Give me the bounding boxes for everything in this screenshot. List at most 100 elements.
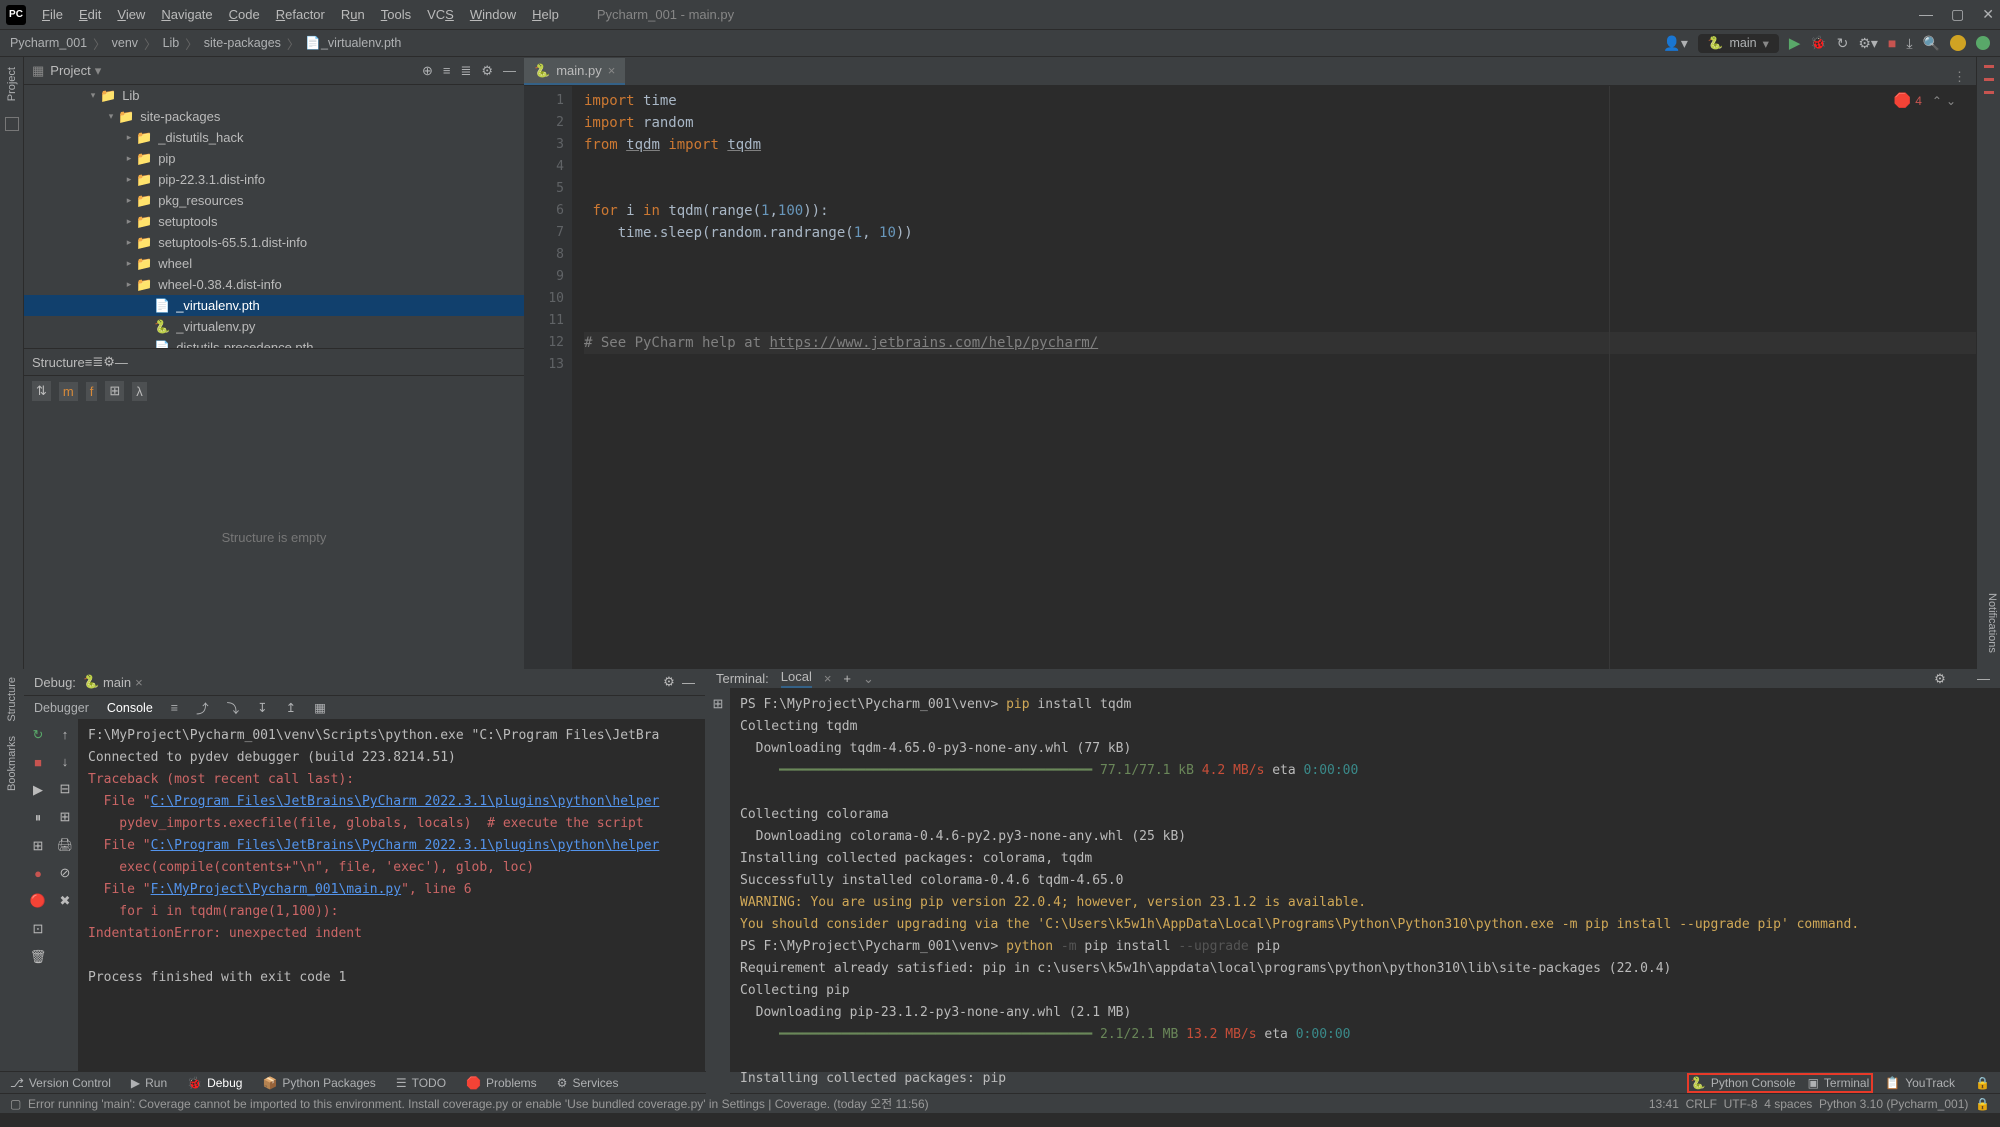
notification-icon[interactable] xyxy=(1950,35,1966,51)
run-icon[interactable]: ▶ xyxy=(1789,34,1801,52)
tree-item[interactable]: ▾📁Lib xyxy=(24,85,524,106)
tree-item[interactable]: 📄distutils-precedence.pth xyxy=(24,337,524,348)
new-term-icon[interactable]: + xyxy=(843,671,851,686)
resume-icon[interactable]: ▶ xyxy=(33,782,43,798)
hide-icon[interactable]: — xyxy=(503,63,516,78)
trash-icon[interactable]: 🗑 xyxy=(30,949,47,965)
git-update-icon[interactable]: ⤓ xyxy=(1906,35,1912,52)
term-maximize-icon[interactable]: ⊞ xyxy=(713,696,724,712)
profile-icon[interactable]: ⚙▾ xyxy=(1858,35,1878,52)
coverage-icon[interactable]: ↻ xyxy=(1837,35,1849,52)
wrap-icon[interactable]: ⊟ xyxy=(60,781,71,797)
menu-refactor[interactable]: Refactor xyxy=(268,3,333,26)
rail-bookmarks-icon[interactable] xyxy=(5,117,19,131)
menu-tools[interactable]: Tools xyxy=(373,3,419,26)
tree-item[interactable]: 📄_virtualenv.pth xyxy=(24,295,524,316)
menu-help[interactable]: Help xyxy=(524,3,567,26)
lock-icon[interactable]: 🔒 xyxy=(1975,1076,1990,1090)
status-interpreter[interactable]: Python 3.10 (Pycharm_001) xyxy=(1819,1097,1968,1111)
status-encoding[interactable]: UTF-8 xyxy=(1724,1097,1758,1111)
tab-services[interactable]: ⚙ Services xyxy=(557,1076,619,1090)
tree-item[interactable]: ▾📁site-packages xyxy=(24,106,524,127)
db-tool-icon[interactable]: ↥ xyxy=(286,700,296,715)
db-tool-icon[interactable]: ↧ xyxy=(257,700,267,715)
pause-icon[interactable]: ⏸ xyxy=(35,810,42,826)
tree-item[interactable]: 🐍_virtualenv.py xyxy=(24,316,524,337)
term-dropdown-icon[interactable]: ⌄ xyxy=(863,671,874,687)
scroll-icon[interactable]: ⊞ xyxy=(60,809,71,825)
expand-all-icon[interactable]: ≡ xyxy=(443,63,451,78)
tab-python-console[interactable]: 🐍 Python Console xyxy=(1691,1076,1796,1090)
tab-version-control[interactable]: ⎇ Version Control xyxy=(10,1076,111,1090)
rail-bookmarks[interactable]: Bookmarks xyxy=(6,736,18,791)
project-tree[interactable]: ▾📁Lib▾📁site-packages▸📁_distutils_hack▸📁p… xyxy=(24,85,524,348)
breadcrumb[interactable]: Lib xyxy=(163,36,180,50)
menu-navigate[interactable]: Navigate xyxy=(153,3,220,26)
menu-window[interactable]: Window xyxy=(462,3,524,26)
close-debug-tab-icon[interactable]: × xyxy=(135,675,143,690)
mute-bp-icon[interactable]: ● xyxy=(34,866,42,881)
term-hide-icon[interactable]: — xyxy=(1977,671,1990,686)
struct-expand-icon[interactable]: ≡ xyxy=(85,355,93,370)
maximize-icon[interactable]: ▢ xyxy=(1951,6,1964,23)
stop-icon[interactable]: ■ xyxy=(34,755,42,770)
settings-icon[interactable]: ⚙ xyxy=(481,63,493,79)
db-tool-icon[interactable]: ⤵ xyxy=(227,698,240,717)
filter-l-icon[interactable]: λ xyxy=(132,382,147,401)
filter-icon[interactable]: ✖ xyxy=(60,893,71,909)
step-icon[interactable]: ⊞ xyxy=(33,838,44,854)
debug-console-output[interactable]: F:\MyProject\Pycharm_001\venv\Scripts\py… xyxy=(78,719,705,1071)
menu-vcs[interactable]: VCS xyxy=(419,3,462,26)
tree-item[interactable]: ▸📁setuptools-65.5.1.dist-info xyxy=(24,232,524,253)
code-editor[interactable]: import time import random from tqdm impo… xyxy=(572,86,1976,669)
print-icon[interactable]: 🖨 xyxy=(57,837,74,853)
status-position[interactable]: 13:41 xyxy=(1649,1097,1679,1111)
stop-icon[interactable]: ■ xyxy=(1888,35,1896,51)
struct-collapse-icon[interactable]: ≣ xyxy=(92,354,103,370)
tab-run[interactable]: ▶ Run xyxy=(131,1076,167,1090)
db-tool-icon[interactable]: ≡ xyxy=(171,701,178,715)
rail-structure[interactable]: Structure xyxy=(6,677,18,722)
tool-windows-icon[interactable]: ▢ xyxy=(10,1097,21,1111)
status-indent[interactable]: 4 spaces xyxy=(1764,1097,1812,1111)
up-icon[interactable]: ↑ xyxy=(62,727,69,742)
status-lock-icon[interactable]: 🔒 xyxy=(1975,1097,1990,1111)
menu-edit[interactable]: Edit xyxy=(71,3,109,26)
db-tool-icon[interactable]: ▦ xyxy=(314,700,326,715)
view-bp-icon[interactable]: 🔴 xyxy=(30,893,46,909)
tab-problems[interactable]: 🛑 Problems xyxy=(466,1076,537,1090)
breadcrumb[interactable]: _virtualenv.pth xyxy=(321,36,401,50)
search-icon[interactable]: 🔍 xyxy=(1923,35,1940,52)
db-tool-icon[interactable]: ⤴ xyxy=(196,698,209,717)
collapse-all-icon[interactable]: ≣ xyxy=(460,63,471,79)
tab-youtrack[interactable]: 📋 YouTrack xyxy=(1885,1076,1955,1090)
debug-icon[interactable]: 🐞 xyxy=(1810,35,1826,51)
tab-console[interactable]: Console xyxy=(107,701,153,715)
filter-i-icon[interactable]: ⊞ xyxy=(105,381,124,401)
close-tab-icon[interactable]: × xyxy=(608,63,616,78)
close-term-tab-icon[interactable]: × xyxy=(824,671,832,686)
terminal-tab-local[interactable]: Local xyxy=(781,669,812,688)
user-icon[interactable]: 👤▾ xyxy=(1663,35,1687,52)
rail-project[interactable]: Project xyxy=(6,63,18,105)
tab-terminal[interactable]: ▣ Terminal xyxy=(1808,1076,1870,1090)
clear-icon[interactable]: ⊘ xyxy=(60,865,71,881)
run-config-selector[interactable]: 🐍main▾ xyxy=(1698,34,1779,53)
menu-code[interactable]: Code xyxy=(221,3,268,26)
terminal-output[interactable]: PS F:\MyProject\Pycharm_001\venv> pip in… xyxy=(730,688,2000,1096)
editor-menu-icon[interactable]: ⋮ xyxy=(1953,69,1966,85)
struct-hide-icon[interactable]: — xyxy=(115,355,128,370)
down-icon[interactable]: ↓ xyxy=(62,754,69,769)
menu-run[interactable]: Run xyxy=(333,3,373,26)
filter-m-icon[interactable]: m xyxy=(59,382,78,401)
tree-item[interactable]: ▸📁pkg_resources xyxy=(24,190,524,211)
tab-todo[interactable]: ☰ TODO xyxy=(396,1076,446,1090)
tab-debug[interactable]: 🐞 Debug xyxy=(187,1076,242,1090)
minimize-icon[interactable]: — xyxy=(1919,6,1933,23)
tab-debugger[interactable]: Debugger xyxy=(34,701,89,715)
tree-item[interactable]: ▸📁pip xyxy=(24,148,524,169)
error-indicator[interactable]: 🛑4 ⌃⌄ xyxy=(1894,92,1956,109)
tree-item[interactable]: ▸📁wheel xyxy=(24,253,524,274)
editor-tab-main[interactable]: 🐍 main.py × xyxy=(524,58,625,85)
tree-item[interactable]: ▸📁wheel-0.38.4.dist-info xyxy=(24,274,524,295)
